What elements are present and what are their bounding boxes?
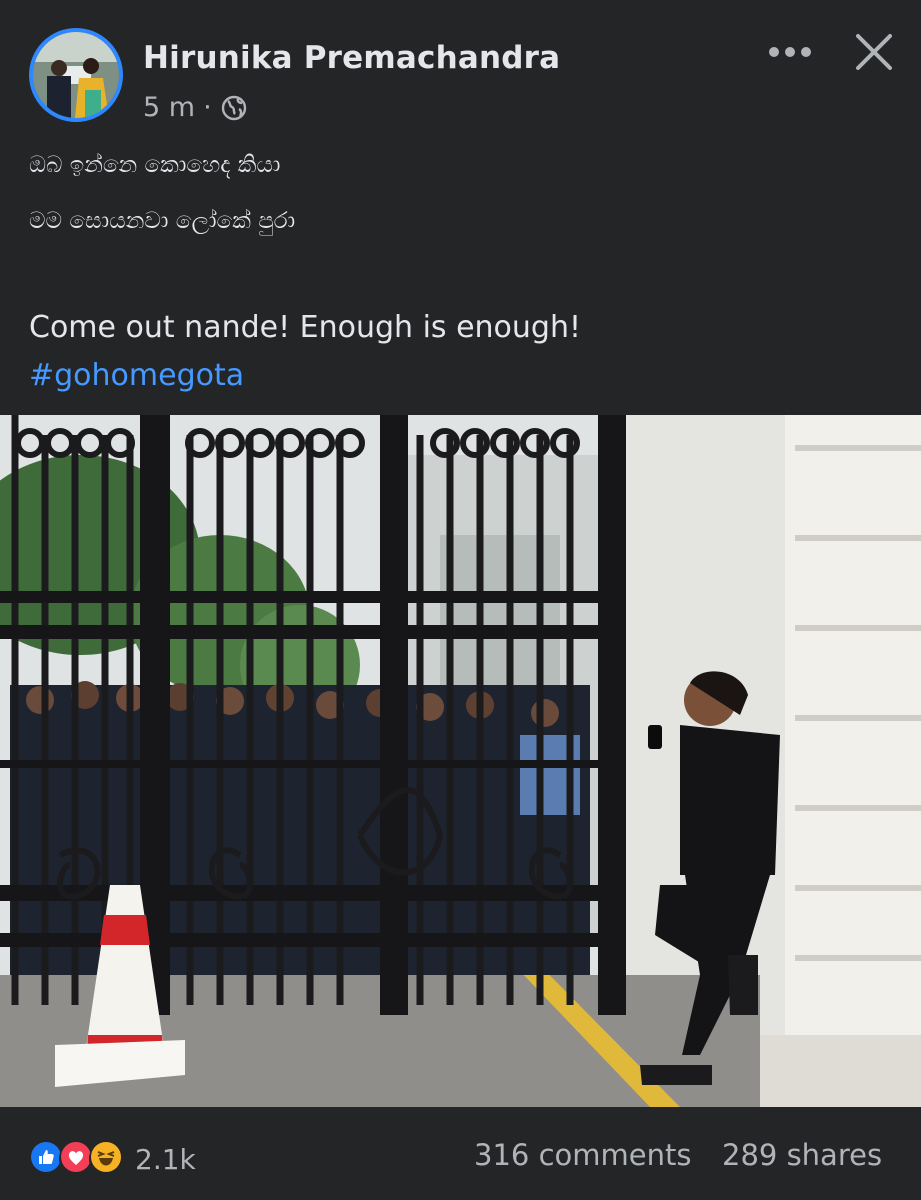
more-options-icon[interactable] <box>766 40 814 64</box>
photo-scene <box>0 415 921 1107</box>
post-footer: 2.1k 316 comments 289 shares <box>0 1108 921 1200</box>
reaction-count[interactable]: 2.1k <box>135 1143 196 1176</box>
hashtag-link[interactable]: #gohomegota <box>29 356 889 396</box>
avatar[interactable] <box>29 28 123 122</box>
post-photo[interactable] <box>0 415 921 1107</box>
haha-reaction-icon <box>89 1140 127 1178</box>
post-line-2: මම සොයනවා ලෝකේ පුරා <box>29 208 296 234</box>
comments-count[interactable]: 316 comments <box>474 1138 691 1172</box>
post-line-3: Come out nande! Enough is enough! <box>29 310 582 345</box>
post-line-1: ඔබ ඉන්නෙ කොහෙද කියා <box>29 152 281 178</box>
close-icon[interactable] <box>852 30 896 74</box>
shares-count[interactable]: 289 shares <box>722 1138 882 1172</box>
globe-icon[interactable] <box>220 94 248 122</box>
reactions-summary[interactable]: 2.1k <box>29 1140 196 1178</box>
post-meta: 5 m · <box>143 92 248 123</box>
post-header: Hirunika Premachandra 5 m · <box>0 0 921 140</box>
author-name[interactable]: Hirunika Premachandra <box>143 40 560 76</box>
post-text: ඔබ ඉන්නෙ කොහෙද කියා මම සොයනවා ලෝකේ පුරා … <box>29 148 889 396</box>
meta-separator: · <box>203 92 212 123</box>
post-time[interactable]: 5 m <box>143 92 195 123</box>
